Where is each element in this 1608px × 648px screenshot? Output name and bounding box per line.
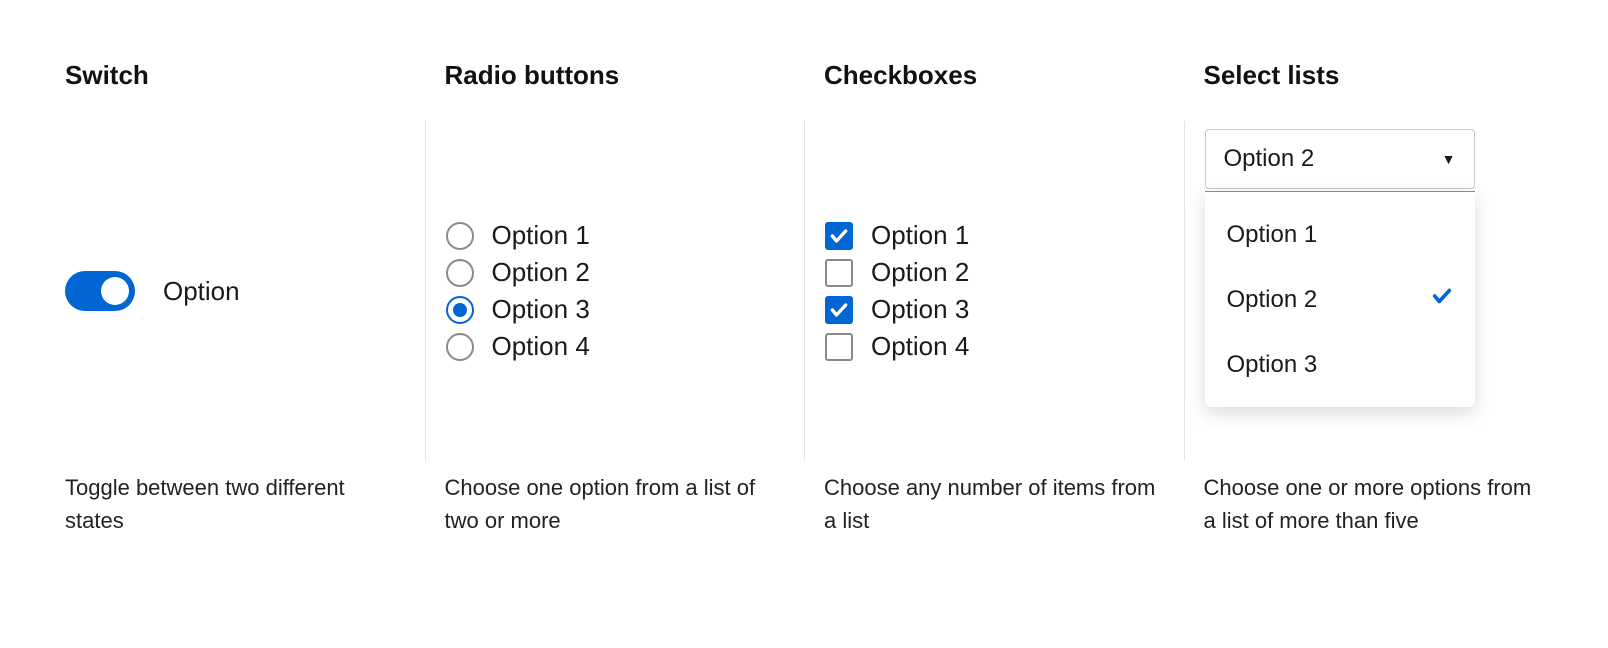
column-radios: Radio buttons Option 1Option 2Option 3Op… (425, 60, 805, 537)
column-select: Select lists Option 2 ▼ Option 1Option 2… (1184, 60, 1544, 537)
select-option-1[interactable]: Option 1 (1205, 202, 1475, 267)
checkbox-label: Option 4 (871, 331, 969, 362)
switch-row: Option (65, 271, 405, 311)
select-option-label: Option 3 (1227, 351, 1318, 379)
checkbox-label: Option 1 (871, 220, 969, 251)
body-radios: Option 1 Option 2 Option 3 Option 4 (425, 121, 785, 461)
select-option-3[interactable]: Option 3 (1205, 332, 1475, 397)
switch-knob (101, 277, 129, 305)
radio-icon (446, 222, 474, 250)
switch-label: Option (163, 276, 240, 307)
heading-select: Select lists (1204, 60, 1544, 91)
radio-icon (446, 296, 474, 324)
select-value: Option 2 (1224, 145, 1315, 173)
radio-label: Option 4 (492, 331, 590, 362)
radio-label: Option 1 (492, 220, 590, 251)
body-select: Option 2 ▼ Option 1 Option 2 Option 3 (1184, 121, 1544, 461)
check-icon (1431, 350, 1453, 379)
caret-down-icon: ▼ (1442, 151, 1456, 167)
desc-switch: Toggle between two different states (65, 471, 405, 537)
checkbox-option-3[interactable]: Option 3 (825, 294, 1164, 325)
select-menu: Option 1 Option 2 Option 3 (1205, 191, 1475, 407)
checkbox-icon (825, 222, 853, 250)
switch-toggle[interactable] (65, 271, 135, 311)
checkbox-option-4[interactable]: Option 4 (825, 331, 1164, 362)
body-switch: Option (65, 121, 405, 461)
body-checkboxes: Option 1 Option 2 Option 3 Option 4 (804, 121, 1164, 461)
select-button[interactable]: Option 2 ▼ (1205, 129, 1475, 189)
heading-checkboxes: Checkboxes (824, 60, 1164, 91)
component-grid: Switch Option Toggle between two differe… (65, 60, 1543, 537)
radio-option-3[interactable]: Option 3 (446, 294, 785, 325)
column-switch: Switch Option Toggle between two differe… (65, 60, 425, 537)
desc-checkboxes: Choose any number of items from a list (824, 471, 1164, 537)
check-icon (1431, 285, 1453, 314)
checkbox-option-2[interactable]: Option 2 (825, 257, 1164, 288)
desc-radios: Choose one option from a list of two or … (445, 471, 785, 537)
heading-radios: Radio buttons (445, 60, 785, 91)
radio-option-2[interactable]: Option 2 (446, 257, 785, 288)
select-option-label: Option 2 (1227, 286, 1318, 314)
desc-select: Choose one or more options from a list o… (1204, 471, 1544, 537)
checkbox-label: Option 3 (871, 294, 969, 325)
radio-option-4[interactable]: Option 4 (446, 331, 785, 362)
radio-label: Option 2 (492, 257, 590, 288)
checkbox-list: Option 1 Option 2 Option 3 Option 4 (825, 214, 1164, 368)
checkbox-icon (825, 296, 853, 324)
radio-icon (446, 333, 474, 361)
radio-icon (446, 259, 474, 287)
checkbox-icon (825, 259, 853, 287)
radio-label: Option 3 (492, 294, 590, 325)
heading-switch: Switch (65, 60, 405, 91)
check-icon (1431, 220, 1453, 249)
radio-option-1[interactable]: Option 1 (446, 220, 785, 251)
column-checkboxes: Checkboxes Option 1Option 2Option 3Optio… (804, 60, 1184, 537)
select-option-label: Option 1 (1227, 221, 1318, 249)
checkbox-label: Option 2 (871, 257, 969, 288)
checkbox-icon (825, 333, 853, 361)
select-option-2[interactable]: Option 2 (1205, 267, 1475, 332)
radio-list: Option 1 Option 2 Option 3 Option 4 (446, 214, 785, 368)
checkbox-option-1[interactable]: Option 1 (825, 220, 1164, 251)
select-wrap: Option 2 ▼ Option 1 Option 2 Option 3 (1205, 129, 1475, 407)
